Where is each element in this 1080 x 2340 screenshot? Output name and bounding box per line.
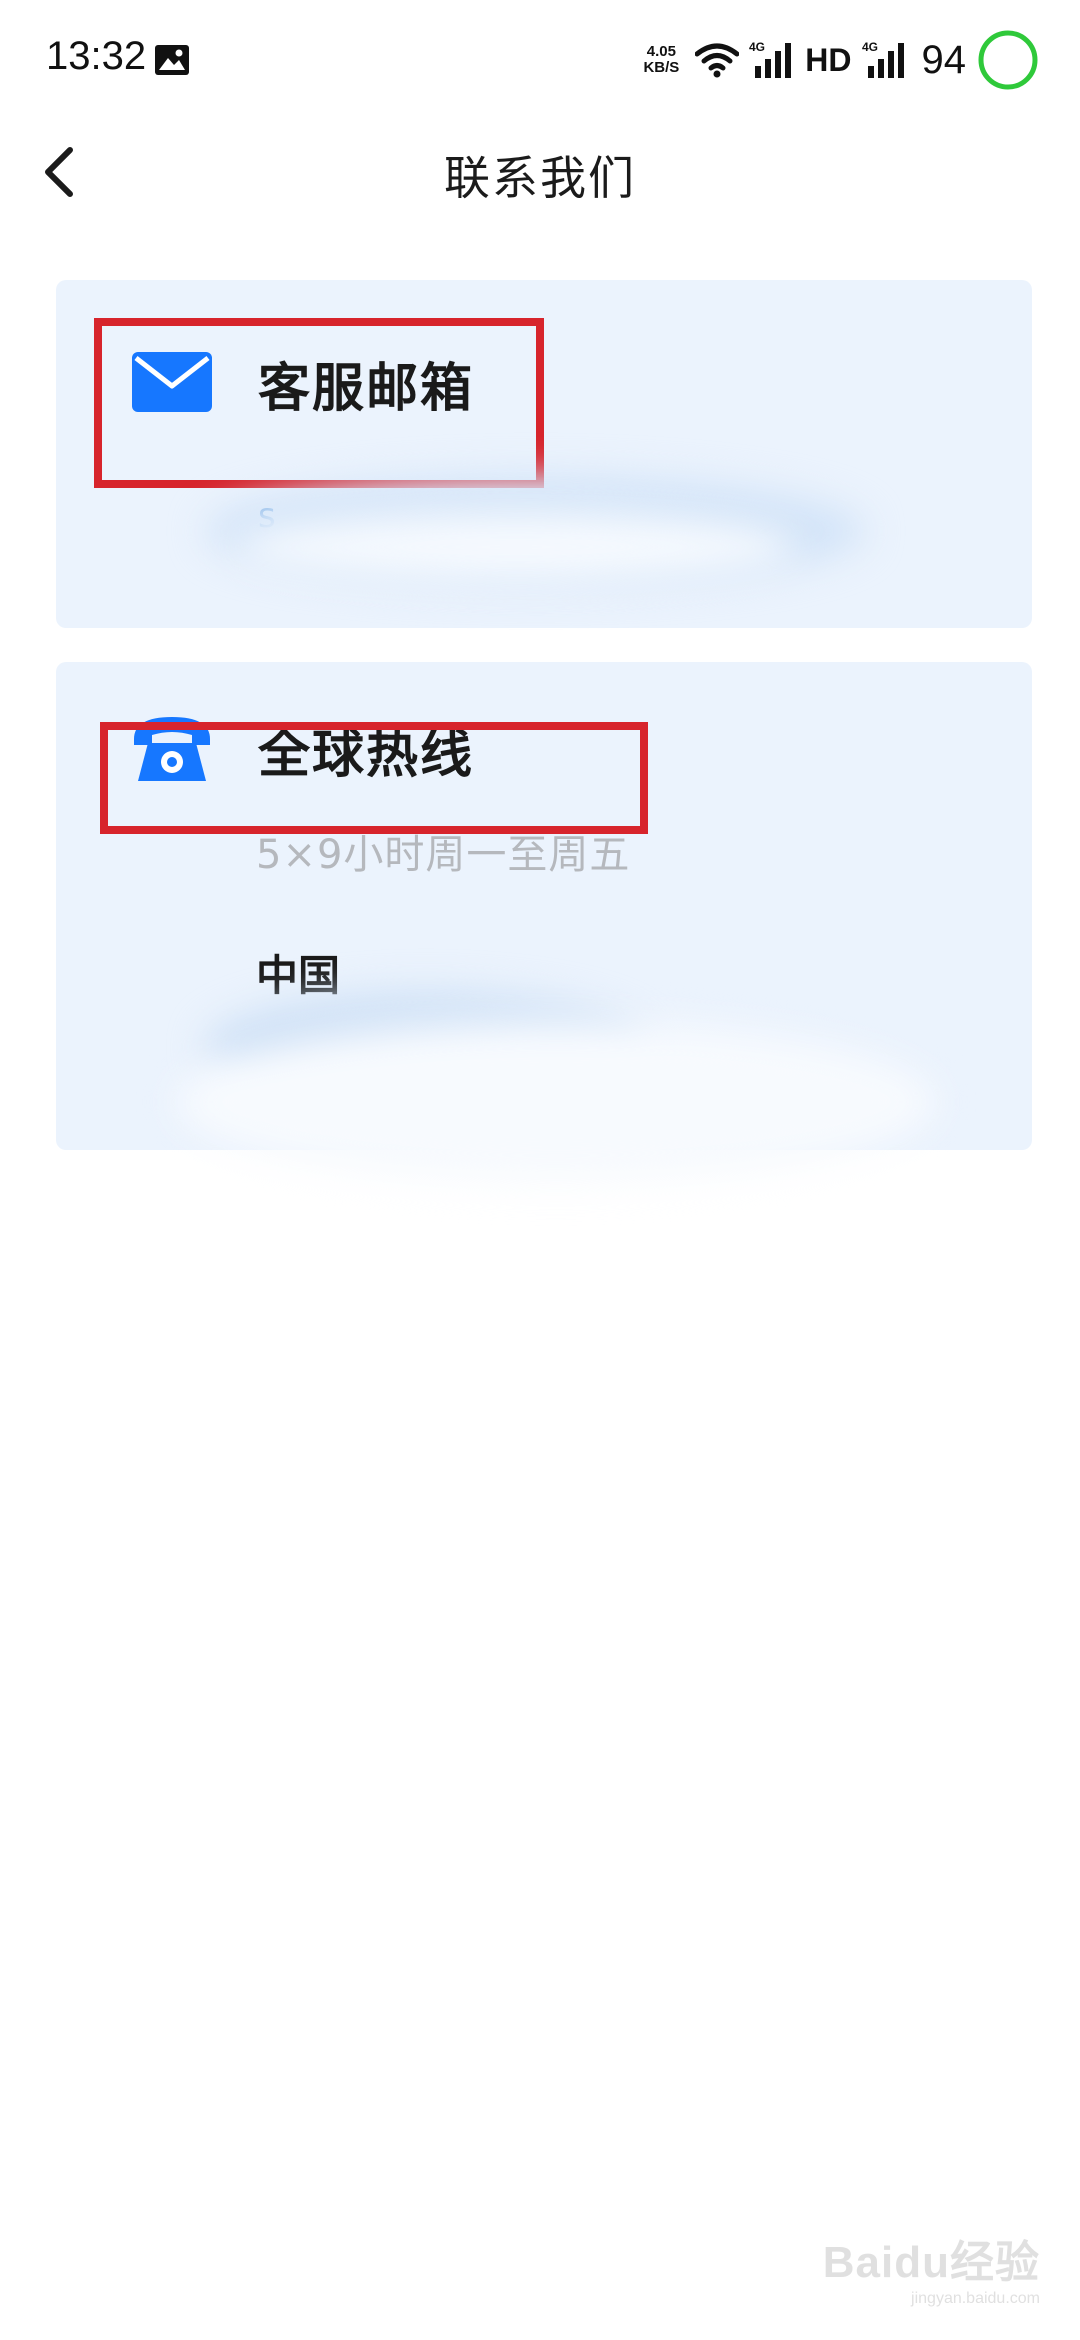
email-card-header[interactable]: 客服邮箱 xyxy=(132,346,474,421)
network-speed-unit: KB/S xyxy=(643,59,680,76)
top-nav-bar: 联系我们 xyxy=(0,120,1080,228)
watermark-sub: jingyan.baidu.com xyxy=(911,2290,1040,2307)
watermark-main: Baidu经验 xyxy=(822,2238,1040,2287)
page-title: 联系我们 xyxy=(444,151,636,205)
status-icons: 4.05 KB/S 4G HD 4G 94 xyxy=(643,22,1040,98)
status-time: 13:32 xyxy=(46,34,147,78)
hd-indicator: HD xyxy=(805,41,852,78)
cellular-signal-icon: 4G xyxy=(862,40,908,80)
global-hotline-card[interactable]: 全球热线 5×9小时周一至周五 中国 xyxy=(56,662,1032,1182)
network-speed: 4.05 KB/S xyxy=(643,44,679,76)
email-card-title: 客服邮箱 xyxy=(258,359,475,419)
cellular-signal-icon: 4G xyxy=(749,40,795,80)
redaction-blur xyxy=(206,476,866,586)
redaction-blur xyxy=(236,512,796,582)
wifi-icon xyxy=(695,42,740,78)
signal-2-type: 4G xyxy=(862,40,878,54)
baidu-watermark: Baidu经验 jingyan.baidu.com xyxy=(823,2226,1040,2308)
hotline-card-header[interactable]: 全球热线 xyxy=(132,712,474,787)
gallery-notification-icon xyxy=(154,44,190,76)
hotline-hours: 5×9小时周一至周五 xyxy=(256,832,631,878)
battery-percent: 94 xyxy=(921,37,967,82)
signal-1-type: 4G xyxy=(749,40,765,54)
battery-ring-icon xyxy=(976,28,1040,92)
redaction-blur xyxy=(206,992,646,1102)
hotline-card-title: 全球热线 xyxy=(258,725,475,785)
network-speed-value: 4.05 xyxy=(646,43,676,60)
email-address[interactable]: s xyxy=(258,496,277,536)
telephone-icon xyxy=(132,713,212,787)
customer-service-email-card[interactable]: 客服邮箱 s xyxy=(56,280,1032,628)
region-label: 中国 xyxy=(256,951,341,1000)
envelope-icon xyxy=(132,351,212,416)
redaction-blur xyxy=(176,1022,936,1182)
status-bar: 13:32 4.05 KB/S 4G HD 4G 94 xyxy=(0,0,1080,120)
